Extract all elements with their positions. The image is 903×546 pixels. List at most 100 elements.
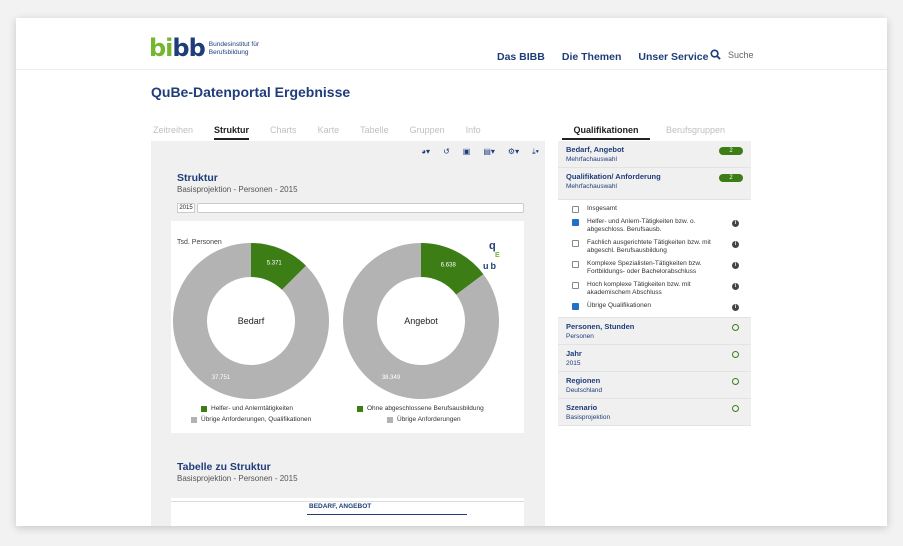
checkbox-label: Hoch komplexe Tätigkeiten bzw. mit akade… — [587, 281, 691, 296]
legend-item: Übrige Anforderungen — [387, 416, 461, 423]
facet-qualifikation[interactable]: Qualifikation/ Anforderung Mehrfachauswa… — [558, 168, 751, 200]
expand-icon[interactable] — [732, 324, 739, 331]
checkbox-checked[interactable] — [572, 303, 579, 310]
checkbox-label: Insgesamt — [587, 205, 617, 212]
tab-struktur[interactable]: Struktur — [214, 125, 250, 140]
section-title: Struktur — [177, 172, 218, 184]
browser-frame: bibb Bundesinstitut für Berufsbildung Da… — [16, 18, 887, 526]
expand-icon[interactable] — [732, 405, 739, 412]
table-subtitle: Basisprojektion - Personen - 2015 — [177, 474, 298, 483]
legend-label: Helfer- und Anlerntätigkeiten — [211, 405, 294, 412]
section-subtitle: Basisprojektion - Personen - 2015 — [177, 185, 298, 194]
page-title: QuBe-Datenportal Ergebnisse — [151, 84, 351, 100]
download-icon[interactable]: ⤓▾ — [532, 147, 539, 157]
facet-szenario[interactable]: Szenario Basisprojektion — [558, 399, 751, 426]
info-icon[interactable]: i — [732, 220, 739, 227]
info-icon[interactable]: i — [732, 304, 739, 311]
nav-die-themen[interactable]: Die Themen — [562, 51, 622, 63]
logo-text-line-2: Berufsbildung — [208, 48, 249, 56]
facet-subtitle: Mehrfachauswahl — [566, 156, 617, 163]
checkbox-checked[interactable] — [572, 219, 579, 226]
checkbox-row[interactable]: Insgesamt — [572, 205, 743, 213]
search-button[interactable]: Suche — [710, 49, 754, 60]
year-slider-track[interactable] — [197, 203, 524, 213]
facet-bedarf-angebot[interactable]: Bedarf, Angebot Mehrfachauswahl 2 — [558, 141, 751, 168]
slice-value-label: 5.371 — [267, 261, 283, 267]
facet-subtitle: 2015 — [566, 360, 581, 367]
qube-logo: qEub — [483, 240, 500, 272]
year-label: 2015 — [177, 203, 195, 213]
info-icon[interactable]: i — [732, 283, 739, 290]
tab-tabelle[interactable]: Tabelle — [360, 125, 389, 140]
donut-charts: 5.371 37.751 Bedarf 6.638 38.349 Angebot — [172, 243, 499, 399]
logo-text: Bundesinstitut für Berufsbildung — [209, 41, 259, 56]
donut-center-label: Bedarf — [238, 316, 265, 326]
reset-icon[interactable]: ↺ — [443, 147, 450, 157]
donut-center-label: Angebot — [404, 316, 438, 326]
year-slider[interactable]: 2015 — [177, 203, 525, 213]
tab-info[interactable]: Info — [466, 125, 481, 140]
facet-title: Qualifikation/ Anforderung — [566, 172, 661, 181]
facet-personen-stunden[interactable]: Personen, Stunden Personen — [558, 318, 751, 345]
logo-text-line-1: Bundesinstitut für — [208, 41, 259, 48]
legend-item: Ohne abgeschlossene Berufsausbildung — [357, 405, 484, 412]
tab-berufsgruppen[interactable]: Berufsgruppen — [666, 125, 725, 140]
tab-zeitreihen[interactable]: Zeitreihen — [153, 125, 193, 140]
selection-count-badge: 2 — [719, 174, 743, 182]
content-panel: ◕▾ ↺ ▣ ▤▾ ⚙▾ ⤓▾ Struktur Basisprojektion… — [151, 141, 545, 526]
bibb-logo[interactable]: bibb Bundesinstitut für Berufsbildung — [149, 34, 259, 62]
slice-value-label: 38.349 — [382, 375, 401, 381]
expand-icon[interactable] — [732, 351, 739, 358]
facet-title: Szenario — [566, 403, 598, 412]
bibb-logo-mark: bibb — [149, 34, 206, 62]
legend-label: Übrige Anforderungen, Qualifikationen — [201, 416, 312, 423]
checkbox-row[interactable]: Komplexe Spezialisten-Tätigkeiten bzw. F… — [572, 260, 743, 276]
legend-item: Helfer- und Anlerntätigkeiten — [201, 405, 293, 412]
facet-title: Jahr — [566, 349, 582, 358]
save-icon[interactable]: ▣ — [463, 147, 471, 157]
legend-swatch — [357, 405, 363, 412]
checkbox[interactable] — [572, 240, 579, 247]
info-icon[interactable]: i — [732, 241, 739, 248]
facet-jahr[interactable]: Jahr 2015 — [558, 345, 751, 372]
checkbox-row[interactable]: Hoch komplexe Tätigkeiten bzw. mit akade… — [572, 281, 743, 297]
chart-card: Tsd. Personen qEub 5.371 37.751 Bedarf 6.63… — [171, 221, 524, 433]
chart-toolbar: ◕▾ ↺ ▣ ▤▾ ⚙▾ ⤓▾ — [408, 147, 539, 157]
expand-icon[interactable] — [732, 378, 739, 385]
facet-subtitle: Personen — [566, 333, 594, 340]
facet-title: Regionen — [566, 376, 601, 385]
tab-gruppen[interactable]: Gruppen — [410, 125, 445, 140]
filter-tabs: Qualifikationen Berufsgruppen — [562, 125, 748, 140]
table-header-rule — [307, 514, 467, 515]
checkbox-label: Komplexe Spezialisten-Tätigkeiten bzw. F… — [587, 260, 702, 275]
pie-chart-icon[interactable]: ◕▾ — [421, 147, 430, 157]
qualification-checklist: Insgesamt Helfer- und Anlern-Tätigkeiten… — [558, 200, 751, 318]
checkbox-row[interactable]: Übrige Qualifikationen i — [572, 302, 743, 311]
gear-icon[interactable]: ⚙▾ — [508, 147, 519, 157]
tab-charts[interactable]: Charts — [270, 125, 297, 140]
unit-label: Tsd. Personen — [177, 239, 222, 246]
checkbox[interactable] — [572, 261, 579, 268]
search-icon — [710, 49, 721, 60]
legend-swatch — [201, 405, 207, 412]
search-label: Suche — [728, 49, 754, 60]
checkbox-row[interactable]: Fachlich ausgerichtete Tätigkeiten bzw. … — [572, 239, 743, 255]
table-title: Tabelle zu Struktur — [177, 461, 271, 473]
nav-das-bibb[interactable]: Das BIBB — [497, 51, 545, 63]
nav-unser-service[interactable]: Unser Service — [638, 51, 708, 63]
checkbox-label: Übrige Qualifikationen — [587, 302, 651, 309]
legend-item: Übrige Anforderungen, Qualifikationen — [191, 416, 311, 423]
checkbox-row[interactable]: Helfer- und Anlern-Tätigkeiten bzw. o. a… — [572, 218, 743, 234]
tab-qualifikationen[interactable]: Qualifikationen — [562, 125, 650, 140]
legend-label: Übrige Anforderungen — [397, 416, 461, 423]
facet-subtitle: Deutschland — [566, 387, 603, 394]
slice-value-label: 37.751 — [212, 375, 231, 381]
facet-regionen[interactable]: Regionen Deutschland — [558, 372, 751, 399]
table-view-icon[interactable]: ▤▾ — [483, 147, 495, 157]
checkbox[interactable] — [572, 282, 579, 289]
checkbox[interactable] — [572, 206, 579, 213]
facet-subtitle: Mehrfachauswahl — [566, 183, 617, 190]
site-header: bibb Bundesinstitut für Berufsbildung Da… — [16, 18, 887, 70]
info-icon[interactable]: i — [732, 262, 739, 269]
tab-karte[interactable]: Karte — [318, 125, 340, 140]
